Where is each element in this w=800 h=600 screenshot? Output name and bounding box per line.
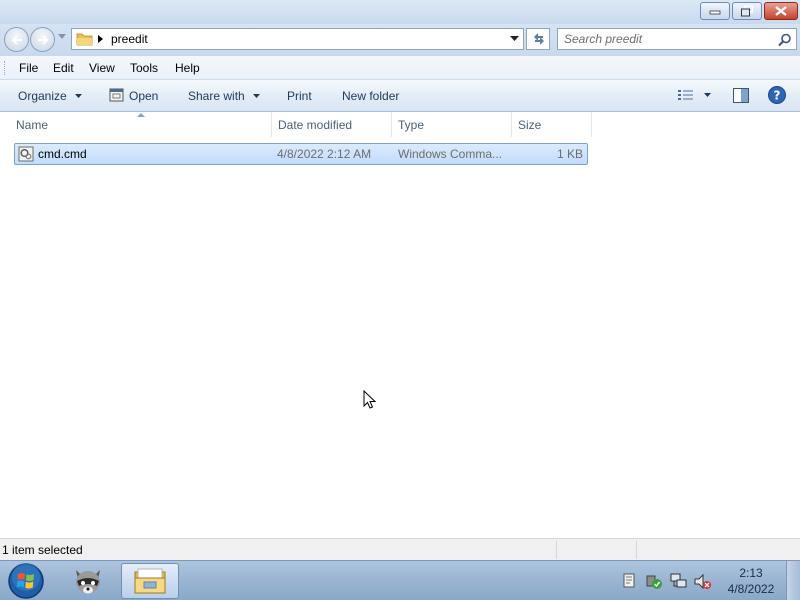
clock-time: 2:13 bbox=[739, 566, 763, 580]
file-date-modified: 4/8/2022 2:12 AM bbox=[277, 147, 372, 161]
menu-edit[interactable]: Edit bbox=[53, 61, 74, 75]
back-arrow-icon bbox=[11, 35, 22, 45]
action-center-flag-icon[interactable] bbox=[623, 573, 635, 588]
chevron-down-icon bbox=[75, 94, 83, 99]
help-icon[interactable]: ? bbox=[768, 86, 786, 104]
open-label: Open bbox=[129, 89, 159, 103]
address-history-chevron-icon[interactable] bbox=[510, 36, 519, 42]
title-bar bbox=[0, 0, 800, 24]
clock-date: 4/8/2022 bbox=[727, 582, 775, 596]
open-button[interactable]: Open bbox=[129, 89, 158, 103]
organize-label: Organize bbox=[18, 89, 67, 103]
organize-button[interactable]: Organize bbox=[18, 89, 83, 103]
file-size: 1 KB bbox=[556, 147, 583, 161]
column-date-label: Date modified bbox=[278, 118, 353, 132]
preview-pane-icon[interactable] bbox=[733, 88, 749, 103]
file-name: cmd.cmd bbox=[38, 147, 87, 161]
search-icon[interactable] bbox=[778, 33, 792, 47]
file-type: Windows Comma... bbox=[398, 147, 503, 161]
file-row[interactable]: cmd.cmd 4/8/2022 2:12 AM Windows Comma..… bbox=[14, 143, 588, 165]
column-header-type[interactable]: Type bbox=[392, 112, 512, 137]
cmd-open-icon bbox=[109, 88, 124, 102]
folder-explorer-icon bbox=[134, 568, 166, 594]
taskbar-app-explorer[interactable] bbox=[121, 563, 179, 599]
folder-icon bbox=[76, 33, 93, 46]
forward-button[interactable] bbox=[30, 27, 55, 52]
status-divider bbox=[636, 541, 637, 559]
print-label: Print bbox=[287, 89, 312, 103]
svg-text:?: ? bbox=[774, 89, 781, 103]
new-folder-label: New folder bbox=[342, 89, 400, 103]
start-button[interactable] bbox=[6, 562, 46, 600]
column-headers: Name Date modified Type Size bbox=[0, 112, 800, 137]
view-details-icon[interactable] bbox=[678, 89, 694, 102]
share-with-button[interactable]: Share with bbox=[188, 89, 261, 103]
system-clock[interactable]: 2:13 4/8/2022 bbox=[716, 565, 786, 597]
minimize-icon bbox=[709, 10, 721, 15]
raccoon-icon bbox=[76, 570, 100, 594]
column-header-size[interactable]: Size bbox=[512, 112, 592, 137]
share-with-label: Share with bbox=[188, 89, 245, 103]
refresh-icon bbox=[534, 33, 544, 45]
back-button[interactable] bbox=[4, 27, 29, 52]
menu-bar: File Edit View Tools Help bbox=[0, 56, 800, 80]
new-folder-button[interactable]: New folder bbox=[342, 89, 399, 103]
status-bar: 1 item selected bbox=[0, 538, 800, 560]
batch-file-icon bbox=[18, 146, 34, 162]
search-input[interactable] bbox=[564, 32, 764, 46]
address-bar[interactable]: preedit bbox=[71, 28, 524, 50]
close-icon bbox=[775, 6, 787, 16]
safely-remove-hardware-icon[interactable] bbox=[645, 573, 663, 590]
column-header-date-modified[interactable]: Date modified bbox=[272, 112, 392, 137]
menu-tools[interactable]: Tools bbox=[130, 61, 158, 75]
volume-muted-icon[interactable] bbox=[694, 573, 712, 590]
minimize-button[interactable] bbox=[700, 2, 730, 20]
forward-arrow-icon bbox=[38, 35, 49, 45]
column-type-label: Type bbox=[398, 118, 425, 132]
print-button[interactable]: Print bbox=[287, 89, 312, 103]
sort-ascending-icon bbox=[137, 113, 145, 117]
column-size-label: Size bbox=[518, 118, 542, 132]
menu-help[interactable]: Help bbox=[175, 61, 200, 75]
refresh-button[interactable] bbox=[526, 28, 550, 50]
close-button[interactable] bbox=[764, 2, 798, 20]
taskbar: 2:13 4/8/2022 bbox=[0, 560, 800, 600]
command-bar: Organize Open Share with Print New folde… bbox=[0, 80, 800, 112]
network-icon[interactable] bbox=[670, 573, 688, 590]
window-controls bbox=[698, 2, 798, 20]
chevron-down-icon bbox=[253, 94, 261, 99]
windows-logo-icon bbox=[8, 563, 44, 599]
breadcrumb-folder[interactable]: preedit bbox=[111, 32, 148, 46]
address-row: preedit bbox=[0, 24, 800, 56]
restore-icon bbox=[741, 5, 753, 17]
show-desktop-button[interactable] bbox=[786, 561, 800, 600]
column-name-label: Name bbox=[16, 118, 49, 132]
taskbar-app-raccoon[interactable] bbox=[59, 563, 117, 599]
restore-button[interactable] bbox=[732, 2, 762, 20]
menu-view[interactable]: View bbox=[89, 61, 115, 75]
search-box[interactable] bbox=[557, 28, 797, 50]
mouse-pointer-icon bbox=[363, 390, 377, 409]
status-divider bbox=[556, 541, 557, 559]
recent-pages-chevron-icon[interactable] bbox=[58, 34, 66, 40]
menu-file[interactable]: File bbox=[19, 61, 38, 75]
status-text: 1 item selected bbox=[2, 543, 83, 557]
menu-grip bbox=[4, 61, 7, 75]
breadcrumb-arrow-icon[interactable] bbox=[98, 35, 104, 43]
view-options-chevron-icon[interactable] bbox=[704, 93, 711, 98]
